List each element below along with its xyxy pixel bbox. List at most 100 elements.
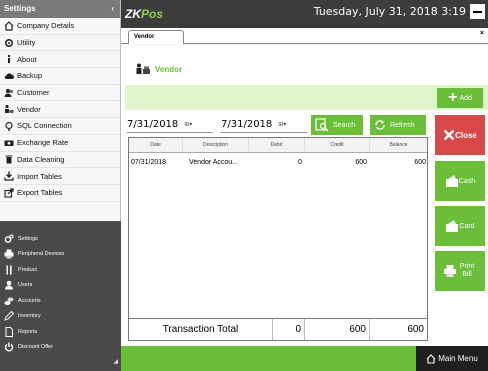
close-button[interactable]: Close: [435, 115, 485, 155]
card-icon: [446, 220, 459, 232]
bottom-bar: Main Menu: [121, 346, 488, 371]
sidebar-item-export-tables[interactable]: Export Tables: [0, 185, 120, 202]
total-balance: 600: [407, 324, 424, 335]
app-window: Settings ‹ Company Details Utility About…: [0, 0, 488, 371]
page-title: Vendor: [135, 62, 182, 76]
user-icon: [5, 280, 13, 290]
refresh-button[interactable]: Refresh: [370, 115, 426, 135]
column-header-date[interactable]: Date: [129, 138, 183, 152]
sidebar-item-backup[interactable]: Backup: [0, 68, 120, 85]
report-icon: [5, 326, 13, 337]
print-bill-button-label: Print Bill: [459, 263, 475, 278]
nav-item-settings[interactable]: Settings: [0, 231, 121, 247]
sidebar-item-vendor[interactable]: Vendor: [0, 101, 120, 119]
column-header-balance[interactable]: Balance: [370, 138, 427, 152]
table-row[interactable]: 07/31/2018 Vendor Accou... 0 600 600: [129, 156, 427, 169]
vendor-icon: [5, 105, 14, 114]
search-icon: [315, 118, 329, 132]
refresh-icon: [375, 120, 385, 130]
nav-item-label: Peripheral Devices: [18, 251, 65, 258]
close-icon: [443, 129, 455, 141]
nav-item-label: Users: [18, 282, 33, 289]
sidebar-item-import-tables[interactable]: Import Tables: [0, 168, 120, 185]
total-credit: 600: [305, 319, 370, 340]
main-menu-button[interactable]: Main Menu: [416, 346, 488, 371]
minimize-button[interactable]: [470, 4, 485, 19]
printer-icon: [444, 265, 456, 277]
resize-grip-icon[interactable]: ◢: [113, 358, 118, 365]
nav-item-label: Product: [18, 266, 37, 273]
home-icon: [426, 353, 436, 364]
sidebar-item-utility[interactable]: Utility: [0, 35, 120, 52]
sidebar-header: Settings ‹: [0, 0, 120, 18]
nav-item-inventory[interactable]: Inventory: [0, 309, 121, 325]
sidebar-item-label: Customer: [17, 88, 50, 98]
add-button[interactable]: + Add: [437, 88, 483, 108]
money-icon: [4, 140, 14, 146]
cell-credit: 600: [355, 159, 367, 166]
nav-item-users[interactable]: Users: [0, 278, 121, 294]
to-date-picker[interactable]: 7/31/2018 ⊞▾: [221, 117, 307, 133]
nav-item-product[interactable]: Product: [0, 262, 121, 278]
printer-icon: [4, 249, 14, 259]
sidebar-item-exchange-rate[interactable]: Exchange Rate: [0, 135, 120, 152]
vendor-icon: [136, 63, 150, 74]
sidebar-item-label: Export Tables: [17, 188, 63, 198]
column-header-credit[interactable]: Credit: [305, 138, 370, 152]
page-title-text: Vendor: [155, 64, 183, 74]
nav-item-reports[interactable]: Reports: [0, 324, 121, 340]
table-header: Date Description Debit Credit Balance: [129, 138, 427, 153]
nav-item-label: Settings: [18, 235, 38, 242]
plus-icon: +: [448, 89, 458, 106]
vendor-page: Vendor + Add 7/31/2018 ⊞▾ 7/31/2018 ⊞▾ S…: [121, 45, 488, 346]
import-icon: [4, 171, 14, 181]
refresh-button-label: Refresh: [390, 121, 415, 129]
toolbar-band: [125, 85, 488, 110]
sidebar-item-label: SQL Connection: [17, 121, 72, 131]
sidebar-item-label: Utility: [17, 38, 36, 48]
sidebar-item-label: Import Tables: [17, 171, 62, 181]
calendar-icon[interactable]: ⊞▾: [278, 121, 286, 128]
print-bill-button[interactable]: Print Bill: [435, 251, 485, 291]
tab-vendor[interactable]: Vendor: [128, 30, 184, 44]
sidebar-item-label: About: [17, 54, 37, 64]
search-button[interactable]: Search: [311, 115, 363, 135]
to-date-value: 7/31/2018: [221, 119, 273, 130]
export-icon: [4, 188, 14, 198]
sidebar-item-customer[interactable]: Customer: [0, 85, 120, 102]
card-button[interactable]: Card: [435, 206, 485, 246]
collapse-icon[interactable]: ‹: [111, 0, 114, 18]
nav-item-discount-offer[interactable]: Discount Offer: [0, 340, 121, 356]
close-tab-icon[interactable]: ×: [480, 30, 484, 37]
power-icon: [4, 342, 14, 352]
datetime-display: Tuesday, July 31, 2018 3:19: [313, 5, 466, 18]
sidebar-item-sql-connection[interactable]: SQL Connection: [0, 118, 120, 135]
plug-icon: [5, 121, 13, 131]
cash-button[interactable]: Cash: [435, 161, 485, 201]
calendar-icon[interactable]: ⊞▾: [184, 121, 192, 128]
info-icon: [8, 55, 10, 64]
add-button-label: Add: [459, 94, 472, 102]
sidebar-item-label: Backup: [17, 71, 43, 81]
cash-button-label: Cash: [458, 177, 476, 185]
tab-strip: Vendor ×: [121, 28, 488, 44]
sidebar-item-label: Exchange Rate: [17, 138, 69, 148]
sidebar-item-data-cleaning[interactable]: Data Cleaning: [0, 152, 120, 169]
cell-debit: 0: [298, 159, 302, 166]
card-button-label: Card: [459, 222, 475, 230]
sidebar-item-about[interactable]: About: [0, 51, 120, 69]
total-debit: 0: [273, 319, 305, 340]
home-icon: [4, 20, 14, 31]
transactions-table: Date Description Debit Credit Balance 07…: [128, 137, 428, 341]
from-date-picker[interactable]: 7/31/2018 ⊞▾: [127, 117, 213, 133]
trash-icon: [5, 155, 13, 164]
nav-item-accounts[interactable]: Accounts: [0, 293, 121, 309]
cash-icon: [445, 175, 458, 187]
sidebar-item-label: Data Cleaning: [17, 154, 65, 164]
column-header-description[interactable]: Description: [183, 138, 249, 152]
column-header-debit[interactable]: Debit: [249, 138, 305, 152]
nav-item-peripheral-devices[interactable]: Peripheral Devices: [0, 247, 121, 263]
sidebar-item-company-details[interactable]: Company Details: [0, 18, 120, 35]
from-date-value: 7/31/2018: [127, 119, 179, 130]
sidebar-header-title: Settings: [4, 4, 36, 13]
